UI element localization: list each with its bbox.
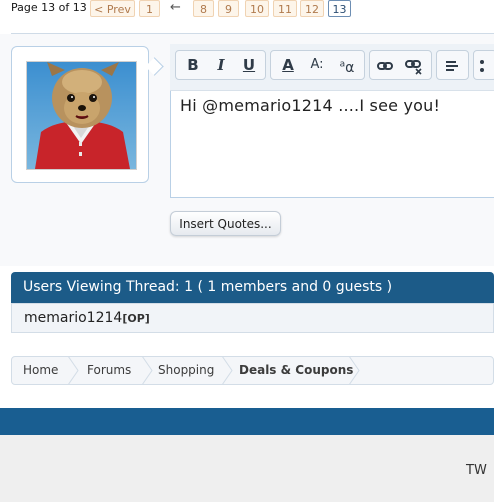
- more-button[interactable]: [475, 50, 489, 80]
- align-button[interactable]: [438, 50, 466, 80]
- users-viewing-header: Users Viewing Thread: 1 ( 1 members and …: [11, 272, 494, 303]
- page-link-9[interactable]: 9: [218, 0, 239, 17]
- footer-text: TW: [466, 463, 487, 478]
- page-info: Page 13 of 13: [11, 1, 87, 14]
- page-link-12[interactable]: 12: [300, 0, 324, 17]
- font-size-button[interactable]: A:: [303, 50, 331, 80]
- underline-button[interactable]: U: [235, 50, 263, 80]
- font-color-button[interactable]: A: [274, 50, 302, 80]
- insert-quotes-button[interactable]: Insert Quotes...: [170, 211, 281, 236]
- breadcrumb-shopping[interactable]: Shopping: [158, 356, 214, 385]
- users-viewing-list: memario1214[OP]: [11, 303, 494, 333]
- link-button[interactable]: [371, 50, 399, 80]
- prev-page-link[interactable]: < Prev: [90, 0, 135, 17]
- breadcrumb-forums[interactable]: Forums: [87, 356, 131, 385]
- page-current-13: 13: [328, 0, 351, 17]
- page-link-10[interactable]: 10: [245, 0, 269, 17]
- link-icon: [377, 61, 393, 70]
- member-link[interactable]: memario1214: [24, 310, 122, 326]
- font-family-icon: aα: [339, 60, 355, 77]
- page-link-11[interactable]: 11: [273, 0, 297, 17]
- op-tag: [OP]: [122, 312, 150, 325]
- italic-button[interactable]: I: [207, 50, 235, 80]
- page-link-1[interactable]: 1: [139, 0, 160, 17]
- page-link-8[interactable]: 8: [193, 0, 214, 17]
- breadcrumb-home[interactable]: Home: [23, 356, 58, 385]
- skip-arrow: ←: [170, 0, 181, 15]
- editor-content[interactable]: Hi @memario1214 ....I see you!: [180, 96, 440, 115]
- align-left-icon: [446, 60, 458, 71]
- unlink-icon: [405, 59, 422, 75]
- more-icon: [480, 59, 484, 72]
- unlink-button[interactable]: [400, 50, 428, 80]
- footer-area: [0, 435, 494, 502]
- font-family-button[interactable]: aα: [333, 50, 361, 80]
- breadcrumb-deals-coupons[interactable]: Deals & Coupons: [239, 356, 353, 385]
- avatar: [26, 61, 137, 170]
- bold-button[interactable]: B: [179, 50, 207, 80]
- footer-bar: [0, 408, 494, 435]
